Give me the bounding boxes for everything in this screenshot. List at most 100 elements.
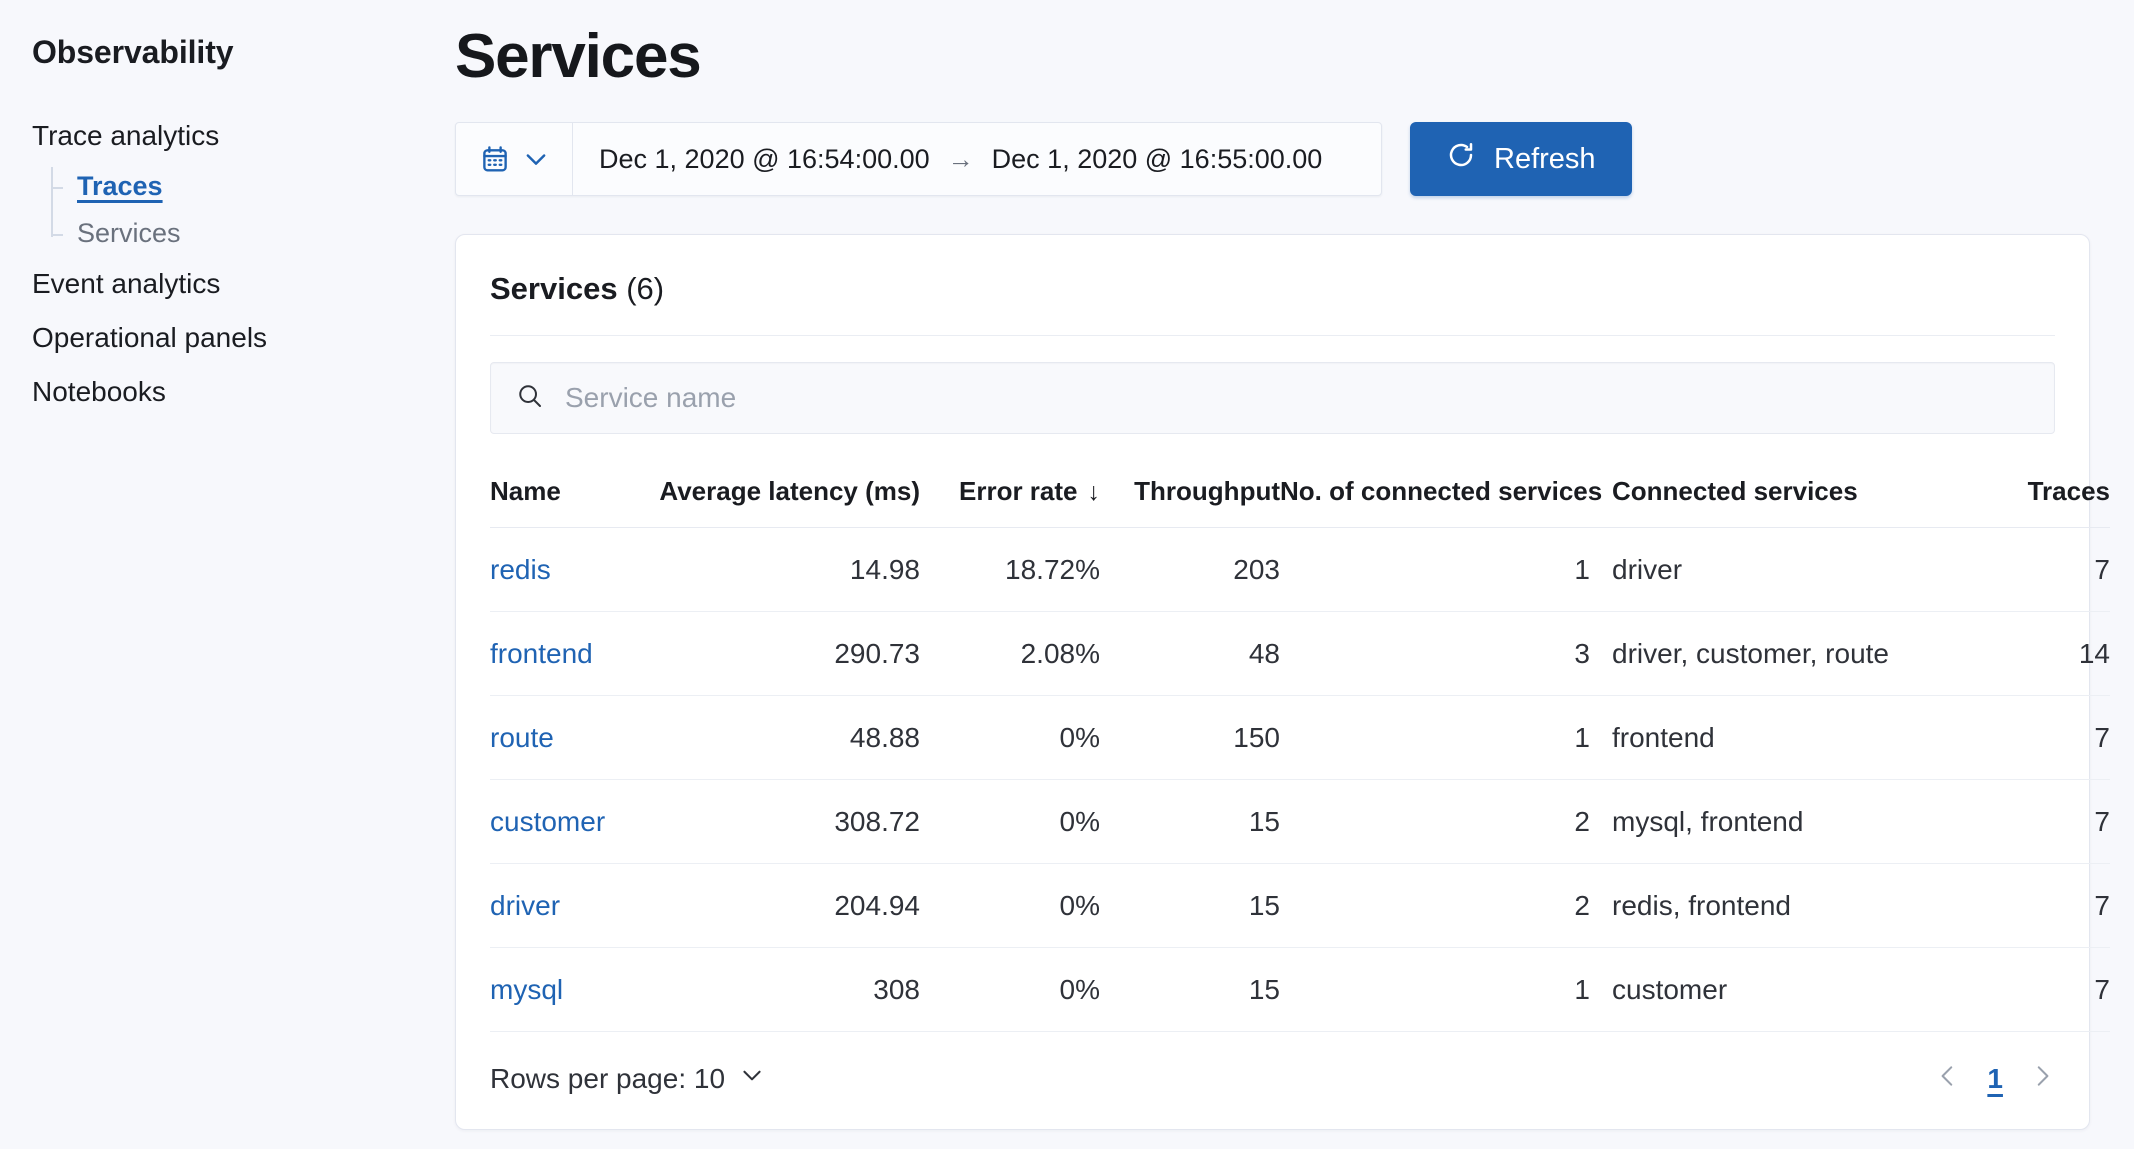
column-header-average-latency[interactable]: Average latency (ms) xyxy=(650,454,920,528)
column-header-traces[interactable]: Traces xyxy=(1990,454,2110,528)
cell-connected-services: redis, frontend xyxy=(1590,863,1990,948)
cell-connected-services: driver, customer, route xyxy=(1590,611,1990,696)
sidebar-item-trace-analytics[interactable]: Trace analytics xyxy=(32,109,455,163)
sidebar: Observability Trace analytics Traces Ser… xyxy=(0,0,455,1149)
cell-throughput: 15 xyxy=(1100,947,1280,1032)
refresh-button-label: Refresh xyxy=(1494,142,1596,175)
sidebar-item-traces[interactable]: Traces xyxy=(51,163,455,210)
cell-error-rate: 0% xyxy=(920,779,1100,864)
rows-per-page-select[interactable]: Rows per page: 10 xyxy=(490,1062,765,1095)
cell-connected-services: frontend xyxy=(1590,695,1990,780)
chevron-right-icon[interactable] xyxy=(2029,1063,2055,1094)
cell-traces: 7 xyxy=(1990,863,2110,948)
sidebar-nav: Trace analytics Traces Services Event an… xyxy=(32,109,455,419)
control-bar: Dec 1, 2020 @ 16:54:00.00 → Dec 1, 2020 … xyxy=(455,122,2090,196)
panel-title: Services (6) xyxy=(490,235,2055,335)
cell-connected-services: mysql, frontend xyxy=(1590,779,1990,864)
sidebar-subtree: Traces Services xyxy=(51,163,455,257)
service-link[interactable]: driver xyxy=(490,890,560,921)
table-row[interactable]: redis 14.98 18.72% 203 1 driver 7 xyxy=(490,527,2110,612)
table-row[interactable]: route 48.88 0% 150 1 frontend 7 xyxy=(490,695,2110,780)
service-link[interactable]: customer xyxy=(490,806,605,837)
sidebar-title: Observability xyxy=(32,34,234,70)
service-link[interactable]: mysql xyxy=(490,974,563,1005)
date-quick-select-button[interactable] xyxy=(456,123,573,195)
refresh-icon xyxy=(1446,140,1476,178)
column-header-error-rate[interactable]: Error rate ↓ xyxy=(920,454,1100,528)
sidebar-item-notebooks[interactable]: Notebooks xyxy=(32,365,455,419)
cell-throughput: 15 xyxy=(1100,863,1280,948)
service-link[interactable]: frontend xyxy=(490,638,593,669)
cell-error-rate: 0% xyxy=(920,863,1100,948)
calendar-icon xyxy=(480,144,510,174)
app-root: Observability Trace analytics Traces Ser… xyxy=(0,0,2134,1149)
main-content: Services Dec 1, 2020 @ 16:54:00.00 → Dec… xyxy=(455,0,2134,1149)
column-header-throughput[interactable]: Throughput xyxy=(1100,454,1280,528)
sidebar-item-event-analytics[interactable]: Event analytics xyxy=(32,257,455,311)
sidebar-item-label: Operational panels xyxy=(32,322,268,353)
cell-average-latency: 308 xyxy=(650,947,920,1032)
table-row[interactable]: mysql 308 0% 15 1 customer 7 xyxy=(490,947,2110,1032)
cell-traces: 7 xyxy=(1990,527,2110,612)
search-icon xyxy=(515,381,545,416)
table-header: Name Average latency (ms) Error rate ↓ Th… xyxy=(490,454,2110,528)
date-range-display[interactable]: Dec 1, 2020 @ 16:54:00.00 → Dec 1, 2020 … xyxy=(573,123,1348,195)
cell-throughput: 48 xyxy=(1100,611,1280,696)
cell-connected-services: customer xyxy=(1590,947,1990,1032)
chevron-down-icon xyxy=(739,1062,765,1095)
column-header-error-rate-label: Error rate xyxy=(959,476,1078,506)
cell-connected-services: driver xyxy=(1590,527,1990,612)
pagination: 1 xyxy=(1935,1063,2055,1095)
search-input[interactable] xyxy=(563,381,2030,415)
cell-traces: 7 xyxy=(1990,779,2110,864)
panel-title-text: Services xyxy=(490,271,618,306)
search-box[interactable] xyxy=(490,362,2055,434)
cell-average-latency: 204.94 xyxy=(650,863,920,948)
date-range-end[interactable]: Dec 1, 2020 @ 16:55:00.00 xyxy=(992,144,1323,175)
date-range-arrow-icon: → xyxy=(947,144,974,174)
chevron-left-icon[interactable] xyxy=(1935,1063,1961,1094)
column-header-name[interactable]: Name xyxy=(490,454,650,528)
cell-no-of-connected: 1 xyxy=(1280,947,1590,1032)
refresh-button[interactable]: Refresh xyxy=(1410,122,1632,196)
cell-error-rate: 2.08% xyxy=(920,611,1100,696)
table-row[interactable]: customer 308.72 0% 15 2 mysql, frontend … xyxy=(490,779,2110,864)
cell-traces: 7 xyxy=(1990,947,2110,1032)
table-body: redis 14.98 18.72% 203 1 driver 7 fronte… xyxy=(490,527,2110,1032)
sidebar-item-label: Services xyxy=(77,218,181,248)
column-header-no-of-connected-services[interactable]: No. of connected services xyxy=(1280,454,1602,528)
chevron-down-icon xyxy=(522,145,550,173)
cell-no-of-connected: 3 xyxy=(1280,611,1590,696)
pagination-page-1[interactable]: 1 xyxy=(1987,1063,2003,1095)
sidebar-item-label: Traces xyxy=(77,171,163,201)
cell-average-latency: 14.98 xyxy=(650,527,920,612)
cell-no-of-connected: 2 xyxy=(1280,779,1590,864)
cell-no-of-connected: 2 xyxy=(1280,863,1590,948)
cell-error-rate: 18.72% xyxy=(920,527,1100,612)
sidebar-item-label: Event analytics xyxy=(32,268,221,299)
panel-title-count: (6) xyxy=(626,271,665,306)
sidebar-item-label: Trace analytics xyxy=(32,120,220,151)
rows-per-page-label: Rows per page: 10 xyxy=(490,1062,726,1094)
column-header-connected-services[interactable]: Connected services xyxy=(1590,454,1990,528)
sidebar-item-label: Notebooks xyxy=(32,376,166,407)
cell-average-latency: 290.73 xyxy=(650,611,920,696)
date-range-picker[interactable]: Dec 1, 2020 @ 16:54:00.00 → Dec 1, 2020 … xyxy=(455,122,1382,196)
search-row xyxy=(490,336,2055,454)
sort-desc-icon: ↓ xyxy=(1087,478,1101,506)
page-title: Services xyxy=(455,22,702,91)
sidebar-item-services[interactable]: Services xyxy=(51,210,455,257)
sidebar-item-operational-panels[interactable]: Operational panels xyxy=(32,311,455,365)
cell-traces: 7 xyxy=(1990,695,2110,780)
service-link[interactable]: route xyxy=(490,722,554,753)
service-link[interactable]: redis xyxy=(490,554,551,585)
table-row[interactable]: frontend 290.73 2.08% 48 3 driver, custo… xyxy=(490,611,2110,696)
date-range-start[interactable]: Dec 1, 2020 @ 16:54:00.00 xyxy=(599,144,930,175)
cell-no-of-connected: 1 xyxy=(1280,695,1590,780)
cell-error-rate: 0% xyxy=(920,947,1100,1032)
cell-traces: 14 xyxy=(1990,611,2110,696)
cell-throughput: 203 xyxy=(1100,527,1280,612)
table-header-row: Name Average latency (ms) Error rate ↓ Th… xyxy=(490,454,2110,528)
table-row[interactable]: driver 204.94 0% 15 2 redis, frontend 7 xyxy=(490,863,2110,948)
table-footer: Rows per page: 10 1 xyxy=(490,1032,2055,1129)
